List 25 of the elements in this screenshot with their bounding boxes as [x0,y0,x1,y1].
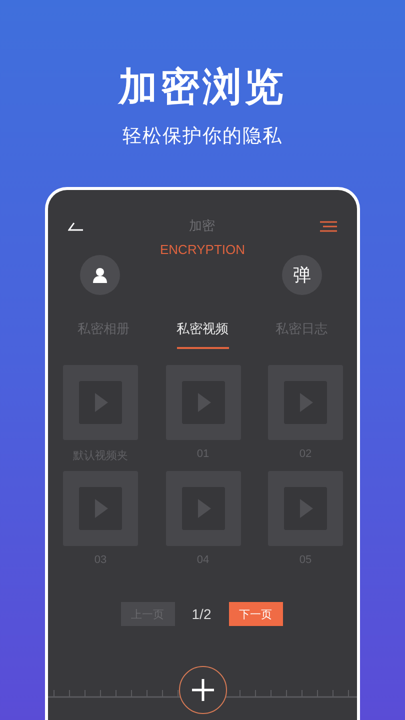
next-page-button[interactable]: 下一页 [228,602,282,626]
plus-icon [192,679,214,701]
video-thumbnail[interactable] [166,365,240,440]
video-thumbnail[interactable] [268,365,343,440]
back-icon[interactable] [68,222,84,230]
page-indicator: 1/2 [190,606,212,622]
person-icon [92,267,108,283]
video-thumbnail[interactable] [63,365,138,440]
screen-subtitle: ENCRYPTION [160,242,245,257]
add-button[interactable] [178,666,226,714]
play-icon [79,487,122,530]
play-icon [79,381,122,424]
video-thumbnail[interactable] [63,471,138,546]
user-button[interactable] [80,255,120,295]
video-thumbnail[interactable] [268,471,343,546]
play-icon [182,381,224,424]
video-thumbnail[interactable] [166,471,240,546]
tab[interactable]: 私密视频 [176,316,228,349]
headline: 加密浏览 [118,65,286,111]
danmaku-button[interactable]: 弹 [282,255,322,295]
subheadline: 轻松保护你的隐私 [122,125,282,149]
play-icon [284,381,327,424]
play-icon [182,487,224,530]
menu-icon[interactable] [320,220,337,232]
play-icon [284,487,327,530]
